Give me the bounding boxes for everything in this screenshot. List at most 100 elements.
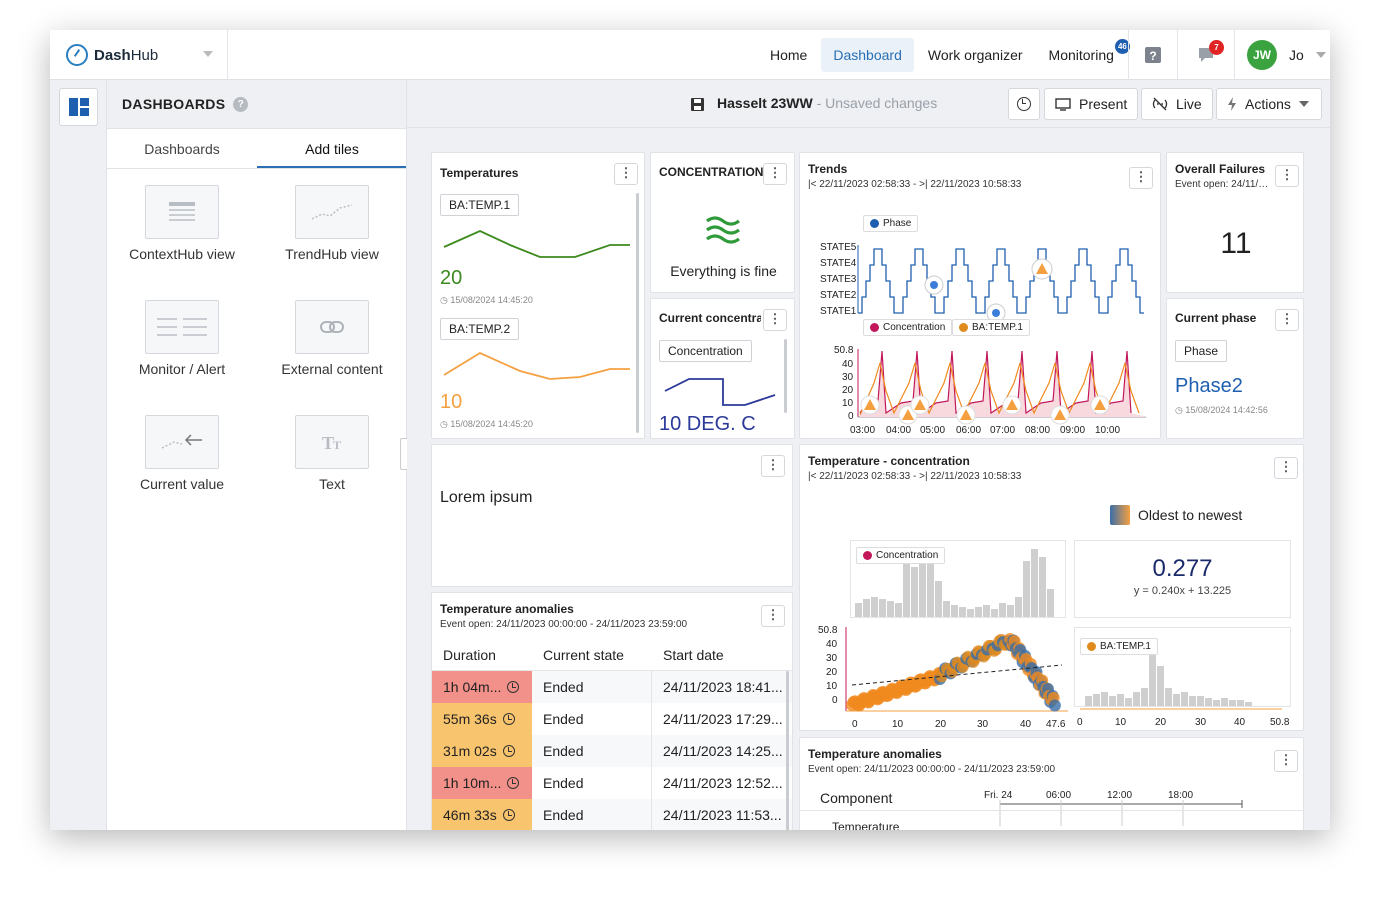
trends-card: Trends |< 22/11/2023 02:58:33 - >| 22/11… (799, 152, 1161, 439)
regression-equation: y = 0.240x + 13.225 (1133, 585, 1232, 597)
legend-label: BA:TEMP.1 (1100, 641, 1151, 652)
tile-text[interactable]: TT Text (257, 415, 407, 492)
trend-icon (295, 185, 369, 239)
card-title: CONCENTRATION (659, 165, 764, 179)
card-menu-button[interactable]: ⋮ (763, 163, 787, 185)
alerts-icon[interactable]: 7 (1178, 40, 1234, 66)
card-title: Temperature anomalies (808, 747, 942, 761)
card-title: Current concentration (659, 311, 761, 325)
current-concentration-card: Current concentration ⋮ Concentration 10… (650, 298, 795, 439)
tile-external-content[interactable]: External content (257, 300, 407, 377)
temp1-sparkline (443, 230, 630, 258)
live-off-icon (1152, 97, 1168, 111)
tag-chip: Phase (1175, 340, 1228, 362)
nav-dashboard[interactable]: Dashboard (821, 38, 914, 72)
tab-dashboards[interactable]: Dashboards (107, 129, 257, 168)
tile-label: Text (319, 476, 345, 492)
card-menu-button[interactable]: ⋮ (761, 605, 785, 627)
status-text: Everything is fine (670, 263, 777, 279)
card-menu-button[interactable]: ⋮ (1129, 167, 1153, 189)
scrollbar[interactable] (784, 339, 787, 413)
anomalies-table: Duration Current state Start date 1h 04m… (432, 639, 792, 830)
current-phase-card: Current phase ⋮ Phase Phase2 ◷ 15/08/202… (1166, 298, 1304, 439)
card-menu-button[interactable]: ⋮ (1274, 750, 1298, 772)
card-menu-button[interactable]: ⋮ (763, 309, 787, 331)
lightning-icon (1228, 97, 1236, 111)
table-row[interactable]: 55m 36s Ended 24/11/2023 17:29... (432, 703, 792, 735)
y-tick: 10 (826, 681, 838, 692)
timeline-tick: 12:00 (1107, 790, 1132, 801)
card-title: Temperature - concentration (808, 454, 970, 468)
save-icon[interactable] (691, 98, 704, 111)
legend-dot (863, 551, 872, 560)
x-tick: 30 (1195, 717, 1207, 728)
nav-work-organizer[interactable]: Work organizer (916, 38, 1035, 72)
tile-trendhub-view[interactable]: TrendHub view (257, 185, 407, 262)
history-button[interactable] (1008, 88, 1040, 120)
table-row[interactable]: 31m 02s Ended 24/11/2023 14:25... (432, 735, 792, 767)
correlation-box: 0.277 y = 0.240x + 13.225 (1074, 540, 1291, 618)
tile-contexthub-view[interactable]: ContextHub view (107, 185, 257, 262)
y-tick: 0 (832, 695, 838, 706)
time-range: |< 22/11/2023 02:58:33 - >| 22/11/2023 1… (808, 179, 1022, 190)
card-menu-button[interactable]: ⋮ (1275, 165, 1299, 187)
x-tick: 40 (1020, 719, 1032, 730)
nav-monitoring-label: Monitoring (1048, 47, 1114, 63)
concentration-sparkline (664, 378, 776, 406)
x-tick: 10 (892, 719, 904, 730)
card-menu-button[interactable]: ⋮ (1274, 457, 1298, 479)
table-row[interactable]: 1h 10m... Ended 24/11/2023 12:52... (432, 767, 792, 799)
card-menu-button[interactable]: ⋮ (761, 455, 785, 477)
column-header[interactable]: Start date (652, 647, 792, 663)
tiles-panel: Dashboards Add tiles ContextHub view Tre… (107, 128, 407, 830)
timeline-divider (800, 810, 1305, 811)
start-cell: 24/11/2023 12:52... (663, 775, 783, 791)
card-menu-button[interactable]: ⋮ (614, 163, 638, 185)
scrollbar[interactable] (786, 671, 789, 830)
x-tick: 40 (1234, 717, 1246, 728)
table-row[interactable]: 1h 04m... Ended 24/11/2023 18:41... (432, 671, 792, 703)
legend-dot (1087, 642, 1096, 651)
tile-current-value[interactable]: Current value (107, 415, 257, 492)
current-concentration-value: 10 DEG. C (659, 413, 756, 435)
state-label: STATE3 (820, 274, 857, 285)
legend-label: Concentration (876, 550, 939, 561)
temperature-anomalies-timeline-card: Temperature anomalies Event open: 24/11/… (799, 737, 1305, 830)
table-row[interactable]: 46m 33s Ended 24/11/2023 11:53... (432, 799, 792, 830)
help-icon[interactable]: ? (1129, 46, 1177, 64)
wave-ok-icon (706, 216, 740, 244)
gradient-label: Oldest to newest (1138, 507, 1243, 523)
clock-icon (1017, 97, 1031, 111)
live-button[interactable]: Live (1141, 88, 1213, 120)
y-tick: 40 (842, 359, 854, 370)
user-menu[interactable]: JW Jo (1235, 40, 1326, 70)
card-menu-button[interactable]: ⋮ (1275, 309, 1299, 331)
table-header: Duration Current state Start date (432, 639, 792, 671)
table-icon (145, 185, 219, 239)
dashboard-name: Hasselt 23WW (717, 95, 813, 111)
brand-switcher[interactable]: DashHub (50, 30, 228, 80)
duration-cell: 46m 33s (432, 799, 532, 830)
tile-label: Current value (139, 476, 225, 492)
panel-tabs: Dashboards Add tiles (107, 129, 407, 169)
nav-home[interactable]: Home (758, 38, 819, 72)
phase-value: Phase2 (1175, 375, 1243, 397)
dashboards-header: DASHBOARDS ? (107, 80, 407, 128)
temperature-concentration-card: Temperature - concentration |< 22/11/202… (799, 444, 1304, 731)
column-header[interactable]: Current state (532, 639, 652, 671)
scrollbar[interactable] (636, 193, 639, 433)
event-open: Event open: 24/11/2023 00:00:00 - 24/11/… (440, 619, 688, 630)
x-tick: 03:00 (850, 425, 875, 436)
dashboards-toggle-button[interactable] (59, 88, 98, 126)
nav-monitoring[interactable]: Monitoring 46 (1037, 38, 1130, 72)
tab-add-tiles[interactable]: Add tiles (257, 129, 407, 168)
y-tick: 10 (842, 398, 854, 409)
present-button[interactable]: Present (1044, 88, 1139, 120)
help-circle-icon[interactable]: ? (233, 96, 249, 112)
actions-button[interactable]: Actions (1216, 88, 1322, 120)
tag-chip: BA:TEMP.2 (440, 318, 520, 340)
column-header[interactable]: Duration (432, 639, 532, 671)
x-tick: 0 (852, 719, 858, 730)
tile-monitor-alert[interactable]: Monitor / Alert (107, 300, 257, 377)
temp1-timestamp: ◷ 15/08/2024 14:45:20 (440, 295, 533, 305)
